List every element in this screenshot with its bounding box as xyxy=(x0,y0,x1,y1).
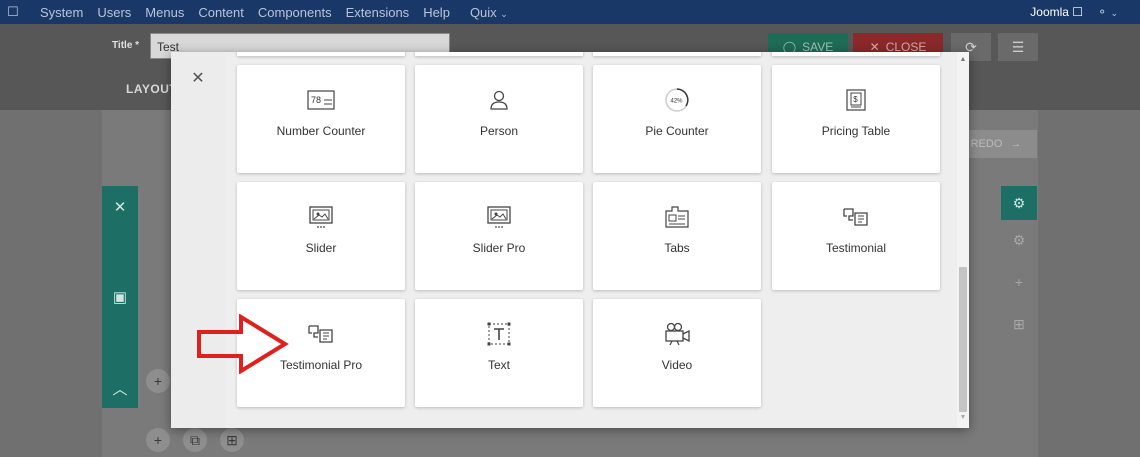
gear-icon: ⚙ xyxy=(1012,194,1026,211)
pie-counter-icon: 42% xyxy=(593,87,761,113)
site-link[interactable]: Joomla ☐ xyxy=(1030,5,1083,19)
text-icon xyxy=(415,321,583,347)
gear-icon[interactable]: ⚙ xyxy=(1001,232,1037,249)
element-card-testimonial[interactable]: Testimonial xyxy=(772,182,940,290)
element-card-video[interactable]: Video xyxy=(593,299,761,407)
element-card-partial[interactable] xyxy=(772,52,940,56)
chevron-up-icon[interactable]: ︿ xyxy=(102,378,138,399)
element-label: Video xyxy=(661,358,693,372)
menu-button[interactable]: ☰ xyxy=(998,33,1038,61)
external-link-icon: ☐ xyxy=(1072,5,1084,19)
title-label: Title * xyxy=(112,40,140,51)
element-card-partial[interactable] xyxy=(237,52,405,56)
element-card-tabs[interactable]: Tabs xyxy=(593,182,761,290)
plus-icon: + xyxy=(153,432,163,448)
element-card-slider[interactable]: Slider xyxy=(237,182,405,290)
element-label: Person xyxy=(479,124,519,138)
element-label: Slider Pro xyxy=(472,241,526,255)
element-card-slider-pro[interactable]: Slider Pro xyxy=(415,182,583,290)
modal-scrollbar[interactable]: ▲ ▼ xyxy=(957,52,969,428)
hamburger-icon: ☰ xyxy=(1011,38,1025,55)
element-card-pricing-table[interactable]: $ Pricing Table xyxy=(772,65,940,173)
save-icon[interactable]: ▣ xyxy=(102,288,138,306)
element-card-text[interactable]: Text xyxy=(415,299,583,407)
scrollbar-thumb[interactable] xyxy=(959,267,967,412)
chevron-down-icon: ⌄ xyxy=(1110,8,1118,18)
element-label: Pie Counter xyxy=(645,124,709,138)
library-icon: ⊞ xyxy=(226,431,238,448)
number-counter-icon: 78 xyxy=(237,87,405,113)
menu-quix[interactable]: Quix ⌄ xyxy=(470,5,508,20)
tab-layout[interactable]: LAYOUT xyxy=(126,82,177,96)
redo-label: REDO xyxy=(970,138,1003,150)
red-arrow-annotation xyxy=(197,314,289,374)
menu-users[interactable]: Users xyxy=(97,5,131,20)
menu-system[interactable]: System xyxy=(40,5,83,20)
element-card-partial[interactable] xyxy=(415,52,583,56)
slider-pro-icon xyxy=(415,204,583,230)
element-card-number-counter[interactable]: 78 Number Counter xyxy=(237,65,405,173)
svg-text:$: $ xyxy=(853,95,858,104)
menu-quix-label: Quix xyxy=(469,4,497,20)
modal-close-button[interactable]: ✕ xyxy=(188,68,208,88)
user-menu[interactable]: ⚬ ⌄ xyxy=(1097,5,1118,19)
pricing-table-icon: $ xyxy=(772,87,940,113)
svg-text:78: 78 xyxy=(311,95,321,105)
element-label: Number Counter xyxy=(276,124,366,138)
close-icon: ✕ xyxy=(191,70,205,87)
slider-icon xyxy=(237,204,405,230)
site-label: Joomla xyxy=(1030,5,1069,19)
element-label: Pricing Table xyxy=(821,124,891,138)
element-card-partial[interactable] xyxy=(593,52,761,56)
library-button[interactable]: ⊞ xyxy=(220,428,244,452)
scroll-down-icon[interactable]: ▼ xyxy=(957,414,969,421)
element-card-pie-counter[interactable]: 42% Pie Counter xyxy=(593,65,761,173)
add-section-button[interactable]: + xyxy=(146,428,170,452)
element-label: Testimonial xyxy=(825,241,887,255)
person-icon xyxy=(415,87,583,113)
svg-text:42%: 42% xyxy=(671,99,684,105)
joomla-menu-icon[interactable]: ☐ xyxy=(0,4,26,20)
plus-icon: + xyxy=(153,373,163,389)
video-icon xyxy=(593,321,761,347)
element-label: Tabs xyxy=(664,241,690,255)
menu-content[interactable]: Content xyxy=(198,5,244,20)
section-toolbar: ✕ ▣ ︿ xyxy=(102,186,138,408)
menu-help[interactable]: Help xyxy=(423,5,450,20)
copy-icon: ⧉ xyxy=(190,431,200,448)
menu-extensions[interactable]: Extensions xyxy=(346,5,410,20)
copy-section-button[interactable]: ⧉ xyxy=(183,428,207,452)
element-card-person[interactable]: Person xyxy=(415,65,583,173)
element-label: Slider xyxy=(305,241,337,255)
add-row-button[interactable]: + xyxy=(146,369,170,393)
settings-button[interactable]: ⚙ xyxy=(1001,186,1037,220)
close-icon[interactable]: ✕ xyxy=(102,198,138,216)
menu-menus[interactable]: Menus xyxy=(145,5,184,20)
testimonial-icon xyxy=(772,204,940,230)
chevron-down-icon: ⌄ xyxy=(500,8,508,19)
menu-components[interactable]: Components xyxy=(258,5,332,20)
element-grid: 78 Number Counter Person 42% Pie Counter… xyxy=(225,52,957,428)
scroll-up-icon[interactable]: ▲ xyxy=(957,56,969,63)
admin-menubar: ☐ System Users Menus Content Components … xyxy=(0,0,1140,24)
plus-icon[interactable]: + xyxy=(1001,274,1037,290)
grid-icon[interactable]: ⊞ xyxy=(1001,316,1037,333)
tabs-icon xyxy=(593,204,761,230)
arrow-right-icon: → xyxy=(1010,138,1022,150)
element-label: Text xyxy=(487,358,510,372)
